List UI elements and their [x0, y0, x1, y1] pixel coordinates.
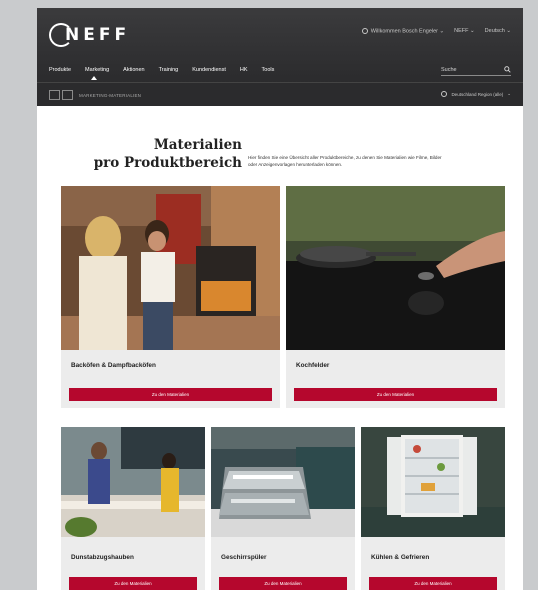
- nav-item-marketing[interactable]: Marketing: [85, 67, 109, 73]
- neff-logo[interactable]: NEFF: [49, 22, 130, 48]
- chevron-down-icon: ⌄: [507, 91, 511, 96]
- cooktops-image: [286, 186, 505, 350]
- search-icon[interactable]: [504, 66, 511, 73]
- region-selector[interactable]: Deutschland Region (alle) ⌄: [441, 91, 511, 97]
- logo-text: NEFF: [65, 25, 131, 45]
- category-card-cooktops: Kochfelder Zu den Materialien: [286, 186, 505, 408]
- page-frame: NEFF Willkommen Bosch Engeler ⌄ NEFF ⌄ D…: [37, 8, 523, 590]
- home-icon[interactable]: [49, 90, 60, 100]
- language-switcher[interactable]: Deutsch ⌄: [485, 28, 511, 34]
- search-label: Suche: [441, 66, 457, 73]
- breadcrumb[interactable]: MARKETING-MATERIALIEN: [79, 93, 141, 98]
- category-card-ovens: Backöfen & Dampfbacköfen Zu den Material…: [61, 186, 280, 408]
- nav-item-training[interactable]: Training: [159, 67, 179, 73]
- dishwashers-materials-button[interactable]: Zu den Materialien: [219, 577, 347, 590]
- active-nav-indicator: [91, 76, 97, 80]
- dishwashers-image: [211, 427, 355, 537]
- site-header: NEFF Willkommen Bosch Engeler ⌄ NEFF ⌄ D…: [37, 8, 523, 106]
- search-field[interactable]: Suche: [441, 64, 511, 76]
- location-pin-icon: [441, 91, 448, 97]
- category-card-dishwashers: Geschirrspüler Zu den Materialien: [211, 427, 355, 590]
- fridges-materials-button[interactable]: Zu den Materialien: [369, 577, 497, 590]
- hoods-image: [61, 427, 205, 537]
- location-pin-icon: [361, 28, 368, 34]
- user-location-link[interactable]: Willkommen Bosch Engeler ⌄: [361, 28, 444, 34]
- nav-item-tools[interactable]: Tools: [262, 67, 275, 73]
- card-title: Backöfen & Dampfbacköfen: [71, 362, 156, 369]
- nav-item-hk[interactable]: HK: [240, 67, 248, 73]
- card-title: Dunstabzugshauben: [71, 554, 134, 561]
- category-card-hoods: Dunstabzugshauben Zu den Materialien: [61, 427, 205, 590]
- card-title: Kühlen & Gefrieren: [371, 554, 430, 561]
- page-title: Materialien pro Produktbereich: [93, 137, 242, 171]
- breadcrumb-bar: MARKETING-MATERIALIEN Deutschland Region…: [37, 82, 523, 106]
- category-card-fridges: Kühlen & Gefrieren Zu den Materialien: [361, 427, 505, 590]
- nav-item-produkte[interactable]: Produkte: [49, 67, 71, 73]
- ovens-image: [61, 186, 280, 350]
- brand-switcher[interactable]: NEFF ⌄: [454, 28, 475, 34]
- ovens-materials-button[interactable]: Zu den Materialien: [69, 388, 272, 401]
- card-title: Kochfelder: [296, 362, 330, 369]
- hoods-materials-button[interactable]: Zu den Materialien: [69, 577, 197, 590]
- nav-item-aktionen[interactable]: Aktionen: [123, 67, 144, 73]
- intro-text: Hier finden Sie eine Übersicht aller Pro…: [248, 155, 442, 167]
- card-title: Geschirrspüler: [221, 554, 267, 561]
- share-icon[interactable]: [62, 90, 73, 100]
- nav-item-kundendienst[interactable]: Kundendienst: [192, 67, 226, 73]
- main-nav: Produkte Marketing Aktionen Training Kun…: [49, 67, 274, 73]
- cooktops-materials-button[interactable]: Zu den Materialien: [294, 388, 497, 401]
- utility-bar: Willkommen Bosch Engeler ⌄ NEFF ⌄ Deutsc…: [361, 28, 511, 34]
- fridges-image: [361, 427, 505, 537]
